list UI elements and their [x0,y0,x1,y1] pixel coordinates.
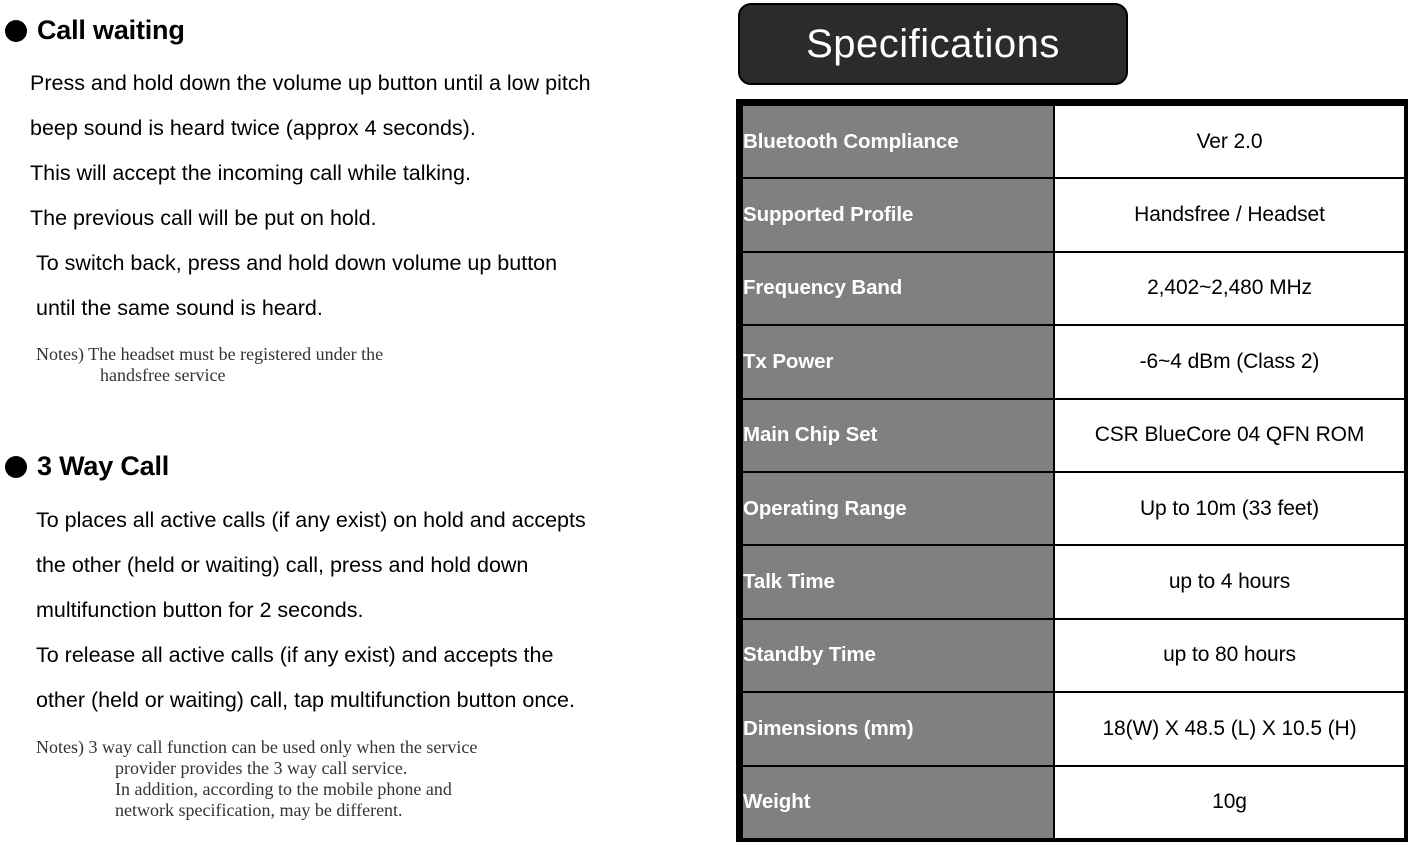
table-row: Bluetooth Compliance Ver 2.0 [741,103,1406,180]
section-heading-call-waiting: Call waiting [5,17,185,44]
spec-value: 18(W) X 48.5 (L) X 10.5 (H) [1053,691,1406,767]
note-line: Notes) 3 way call function can be used o… [36,737,478,757]
instruction-line: To release all active calls (if any exis… [36,643,554,667]
spec-value: 2,402~2,480 MHz [1053,250,1406,327]
instruction-line: To switch back, press and hold down volu… [36,251,558,275]
instruction-line: To places all active calls (if any exist… [36,508,586,532]
spec-label: Main Chip Set [741,397,1055,473]
section-heading-three-way-call: 3 Way Call [5,453,169,480]
spec-value: Up to 10m (33 feet) [1053,470,1406,547]
spec-value: up to 4 hours [1053,544,1406,620]
notes-block: Notes) The headset must be registered un… [36,344,383,386]
note-line: Notes) The headset must be registered un… [36,344,384,364]
section-title: 3 Way Call [37,451,170,481]
spec-label: Bluetooth Compliance [741,103,1055,180]
bullet-dot-icon [5,19,27,42]
spec-value: up to 80 hours [1053,617,1406,694]
spec-label: Standby Time [741,617,1055,694]
table-row: Frequency Band 2,402~2,480 MHz [741,250,1406,327]
table-row: Weight 10g [741,764,1406,841]
bullet-dot-icon [5,455,27,478]
table-row: Operating Range Up to 10m (33 feet) [741,470,1406,547]
spec-label: Tx Power [741,324,1055,400]
note-line: In addition, according to the mobile pho… [115,779,452,800]
instruction-line: beep sound is heard twice (approx 4 seco… [30,116,476,140]
spec-value: Handsfree / Headset [1053,177,1406,253]
spec-value: CSR BlueCore 04 QFN ROM [1053,397,1406,473]
instruction-line: other (held or waiting) call, tap multif… [36,688,575,712]
instruction-line: This will accept the incoming call while… [30,161,471,185]
specifications-title-banner: Specifications [738,3,1128,85]
spec-label: Talk Time [741,544,1055,620]
specifications-table-wrapper: Bluetooth Compliance Ver 2.0 Supported P… [736,99,1408,842]
instruction-line: Press and hold down the volume up button… [30,71,591,95]
table-row: Standby Time up to 80 hours [741,617,1406,694]
notes-block: Notes) 3 way call function can be used o… [36,737,477,821]
table-row: Tx Power -6~4 dBm (Class 2) [741,324,1406,400]
spec-label: Frequency Band [741,250,1055,327]
spec-label: Supported Profile [741,177,1055,253]
specifications-column: Specifications Bluetooth Compliance Ver … [730,0,1414,842]
note-line: handsfree service [100,365,226,386]
instruction-line: multifunction button for 2 seconds. [36,598,364,622]
section-title: Call waiting [37,15,185,45]
instruction-line: until the same sound is heard. [36,296,323,320]
note-line: provider provides the 3 way call service… [115,758,408,779]
table-row: Main Chip Set CSR BlueCore 04 QFN ROM [741,397,1406,473]
spec-value: Ver 2.0 [1053,103,1406,180]
spec-value: 10g [1053,764,1406,841]
spec-label: Dimensions (mm) [741,691,1055,767]
spec-label: Weight [741,764,1055,841]
table-row: Supported Profile Handsfree / Headset [741,177,1406,253]
table-row: Talk Time up to 4 hours [741,544,1406,620]
specifications-table: Bluetooth Compliance Ver 2.0 Supported P… [741,103,1406,841]
spec-label: Operating Range [741,470,1055,547]
table-row: Dimensions (mm) 18(W) X 48.5 (L) X 10.5 … [741,691,1406,767]
instruction-line: The previous call will be put on hold. [30,206,377,230]
instructions-column: Call waiting Press and hold down the vol… [0,0,710,842]
instruction-line: the other (held or waiting) call, press … [36,553,529,577]
page-title: Specifications [806,22,1060,66]
note-line: network specification, may be different. [115,800,403,821]
spec-value: -6~4 dBm (Class 2) [1053,324,1406,400]
